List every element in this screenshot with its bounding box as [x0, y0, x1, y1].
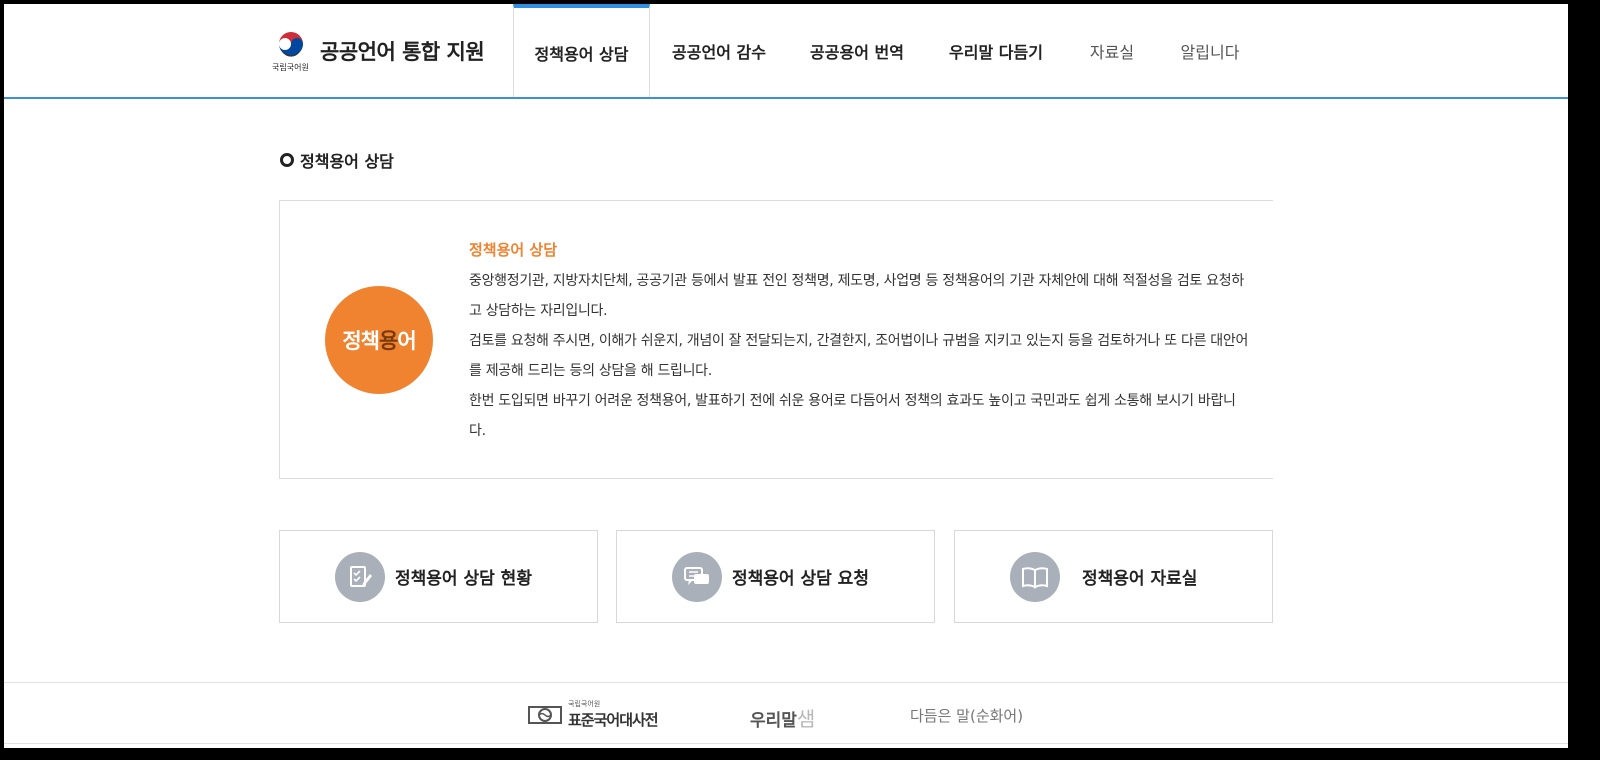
page-title-text: 정책용어 상담 [300, 152, 394, 171]
intro-heading: 정책용어 상담 [469, 241, 558, 259]
nav-public-term-translation[interactable]: 공공용어 번역 [788, 4, 926, 97]
purified-words-link[interactable]: 다듬은 말(순화어) [910, 705, 1023, 726]
policy-resources-label: 정책용어 자료실 [1082, 569, 1198, 589]
badge-text-part2: 용 [378, 329, 398, 353]
badge-text-part3: 어 [397, 329, 416, 353]
nav-notices[interactable]: 알립니다 [1158, 4, 1262, 97]
badge-text-part1: 정책 [342, 329, 380, 353]
checklist-pencil-icon [335, 551, 385, 602]
urimalsam-link[interactable]: 우리말샘 [750, 703, 815, 732]
site-title: 공공언어 통합 지원 [320, 40, 485, 64]
policy-resources-card[interactable]: 정책용어 자료실 [954, 530, 1273, 623]
policy-term-badge: 정책 용 어 [325, 286, 433, 394]
open-book-icon [1010, 551, 1060, 602]
main-nav: 정책용어 상담 공공언어 감수 공공용어 번역 우리말 다듬기 자료실 알립니다 [513, 4, 1262, 97]
intro-paragraph-1: 중앙행정기관, 지방자치단체, 공공기관 등에서 발표 전인 정책명, 제도명,… [469, 273, 1244, 319]
dictionary-logo-icon [528, 705, 562, 724]
consult-status-card[interactable]: 정책용어 상담 현황 [279, 530, 598, 623]
nav-resources[interactable]: 자료실 [1066, 4, 1158, 97]
intro-paragraph-3: 한번 도입되면 바꾸기 어려운 정책용어, 발표하기 전에 쉬운 용어로 다듬어… [469, 393, 1236, 439]
taegeuk-emblem-icon [278, 32, 304, 59]
dictionary-org: 국립국어원 [568, 700, 601, 708]
nav-public-language-review[interactable]: 공공언어 감수 [650, 4, 788, 97]
ring-bullet-icon [280, 153, 294, 167]
chat-bubbles-icon [672, 551, 722, 602]
standard-dictionary-link[interactable]: 국립국어원 표준국어대사전 [528, 699, 659, 730]
footer-links: 국립국어원 표준국어대사전 우리말샘 다듬은 말(순화어) [4, 682, 1568, 744]
intro-text: 정책용어 상담 중앙행정기관, 지방자치단체, 공공기관 등에서 발표 전인 정… [469, 239, 1249, 446]
urimalsam-text: 우리말 [750, 711, 797, 731]
site-header: 국립국어원 공공언어 통합 지원 정책용어 상담 공공언어 감수 공공용어 번역… [4, 4, 1568, 99]
org-name: 국립국어원 [272, 63, 309, 72]
urimalsam-sam: 샘 [796, 707, 816, 731]
dictionary-text: 국립국어원 표준국어대사전 [568, 699, 659, 730]
intro-paragraph-2: 검토를 요청해 주시면, 이해가 쉬운지, 개념이 잘 전달되는지, 간결한지,… [469, 333, 1249, 379]
consult-request-label: 정책용어 상담 요청 [732, 569, 869, 589]
dictionary-name: 표준국어대사전 [568, 711, 659, 729]
nav-policy-term-consult[interactable]: 정책용어 상담 [513, 4, 650, 97]
intro-panel: 정책 용 어 정책용어 상담 중앙행정기관, 지방자치단체, 공공기관 등에서 발표… [279, 200, 1273, 479]
nav-korean-refinement[interactable]: 우리말 다듬기 [926, 4, 1066, 97]
consult-request-card[interactable]: 정책용어 상담 요청 [616, 530, 935, 623]
page-title: 정책용어 상담 [280, 148, 394, 172]
site-logo[interactable]: 국립국어원 공공언어 통합 지원 [272, 28, 492, 78]
consult-status-label: 정책용어 상담 현황 [395, 569, 532, 589]
